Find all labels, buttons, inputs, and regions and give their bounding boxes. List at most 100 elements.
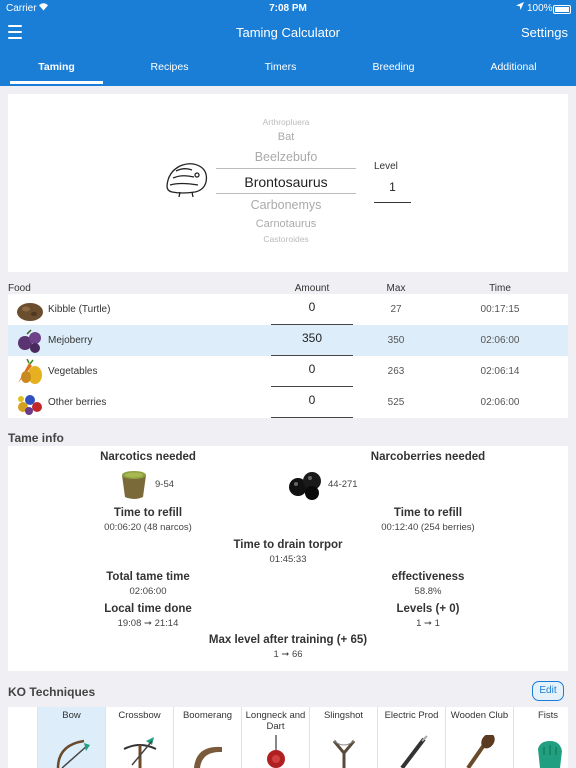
food-row-mejoberry[interactable]: Mejoberry 350 350 02:06:00 xyxy=(8,325,568,356)
level-input-underline xyxy=(374,202,411,203)
active-tab-indicator xyxy=(10,81,103,84)
food-amount-input[interactable]: 0 xyxy=(271,300,353,314)
tame-info-heading: Tame info xyxy=(8,431,64,445)
narcotics-value: 9-54 xyxy=(155,479,175,490)
ko-item-fists[interactable]: Fists xyxy=(514,707,568,768)
total-tame-time-value: 02:06:00 xyxy=(129,586,167,597)
food-name: Other berries xyxy=(48,397,107,408)
ko-item-label: Bow xyxy=(62,710,81,721)
food-row-vegetables[interactable]: Vegetables 0 263 02:06:14 xyxy=(8,356,568,387)
wooden-club-icon xyxy=(462,733,498,768)
picker-option[interactable]: Carnotaurus xyxy=(216,218,356,230)
slingshot-icon xyxy=(326,735,362,768)
tab-recipes[interactable]: Recipes xyxy=(113,48,226,86)
location-arrow-icon xyxy=(516,2,524,12)
food-row-other-berries[interactable]: Other berries 0 525 02:06:00 xyxy=(8,387,568,418)
picker-selection-line-bottom xyxy=(216,193,356,194)
food-time: 02:06:14 xyxy=(480,366,520,377)
ko-item-label: Fists xyxy=(537,710,559,721)
levels-label: Levels (+ 0) xyxy=(396,603,460,615)
refill-narcotics-label: Time to refill xyxy=(113,507,183,519)
ko-item-bow[interactable]: Bow xyxy=(38,707,106,768)
max-column-header: Max xyxy=(386,283,406,294)
drain-torpor-label: Time to drain torpor xyxy=(233,539,343,551)
food-row-kibble[interactable]: Kibble (Turtle) 0 27 00:17:15 xyxy=(8,294,568,325)
narcotics-label: Narcotics needed xyxy=(100,451,196,463)
kibble-icon xyxy=(15,297,45,323)
status-time: 7:08 PM xyxy=(269,3,307,14)
food-max: 27 xyxy=(390,304,402,315)
ko-item-label: Longneck and Dart xyxy=(245,710,306,732)
picker-option[interactable]: Arthropluera xyxy=(216,117,356,127)
ko-item-electric-prod[interactable]: Electric Prod xyxy=(378,707,446,768)
ko-item-label: Boomerang xyxy=(182,710,233,721)
narcoberry-icon xyxy=(286,467,326,501)
bow-icon xyxy=(54,735,90,768)
tab-additional[interactable]: Additional xyxy=(457,48,570,86)
edit-button[interactable]: Edit xyxy=(532,681,564,701)
effectiveness-value: 58.8% xyxy=(414,586,442,597)
food-name: Mejoberry xyxy=(48,335,93,346)
page-title: Taming Calculator xyxy=(235,25,341,40)
longneck-icon xyxy=(258,735,294,768)
tame-info-card: Narcotics needed 9-54 Narcoberries neede… xyxy=(8,446,568,671)
picker-option[interactable]: Beelzebufo xyxy=(216,150,356,164)
ko-item-longneck[interactable]: Longneck and Dart xyxy=(242,707,310,768)
picker-selected-creature[interactable]: Brontosaurus xyxy=(216,174,356,190)
tab-taming-label: Taming xyxy=(38,61,75,73)
ko-item-label: Crossbow xyxy=(118,710,161,721)
total-tame-time-label: Total tame time xyxy=(106,571,190,583)
picker-option[interactable]: Bat xyxy=(216,131,356,143)
food-table: Kibble (Turtle) 0 27 00:17:15 Mejoberry … xyxy=(8,294,568,418)
settings-button[interactable]: Settings xyxy=(521,25,568,40)
ko-item-crossbow[interactable]: Crossbow xyxy=(106,707,174,768)
ko-item-boomerang[interactable]: Boomerang xyxy=(174,707,242,768)
max-level-label: Max level after training (+ 65) xyxy=(208,634,368,646)
amount-underline xyxy=(271,417,353,418)
effectiveness-label: effectiveness xyxy=(391,571,465,583)
level-label: Level xyxy=(374,161,398,172)
status-bar: Carrier 7:08 PM 100% xyxy=(0,0,576,18)
narcotic-icon xyxy=(118,467,150,501)
tab-taming[interactable]: Taming xyxy=(0,48,113,86)
drain-torpor-value: 01:45:33 xyxy=(269,554,307,565)
tab-recipes-label: Recipes xyxy=(150,61,189,73)
vegetables-icon xyxy=(15,358,45,385)
food-time: 00:17:15 xyxy=(480,304,520,315)
food-column-header: Food xyxy=(8,283,31,294)
ko-item-partial xyxy=(8,707,38,768)
picker-option[interactable]: Carbonemys xyxy=(216,198,356,212)
ko-item-label: Slingshot xyxy=(323,710,364,721)
ko-item-wooden-club[interactable]: Wooden Club xyxy=(446,707,514,768)
ko-techniques-heading: KO Techniques xyxy=(8,685,96,699)
refill-narcotics-value: 00:06:20 (48 narcos) xyxy=(104,522,192,533)
food-time: 02:06:00 xyxy=(480,335,520,346)
battery-percent: 100% xyxy=(527,3,553,14)
ko-item-label: Wooden Club xyxy=(450,710,509,721)
fist-icon xyxy=(530,735,566,768)
tab-timers[interactable]: Timers xyxy=(224,48,337,86)
mejoberry-icon xyxy=(15,328,45,354)
food-max: 525 xyxy=(387,397,405,408)
local-time-label: Local time done xyxy=(104,603,192,615)
electric-prod-icon xyxy=(394,735,430,768)
food-amount-input[interactable]: 0 xyxy=(271,393,353,407)
navigation-bar: Taming Calculator Settings xyxy=(0,18,576,48)
level-input[interactable]: 1 xyxy=(374,180,411,194)
narcoberries-value: 44-271 xyxy=(328,479,358,490)
ko-item-slingshot[interactable]: Slingshot xyxy=(310,707,378,768)
tab-breeding[interactable]: Breeding xyxy=(337,48,450,86)
food-amount-input[interactable]: 0 xyxy=(271,362,353,376)
food-name: Kibble (Turtle) xyxy=(48,304,111,315)
max-level-value: 1 ➞ 66 xyxy=(273,649,303,660)
food-amount-input[interactable]: 350 xyxy=(271,331,353,345)
food-max: 350 xyxy=(387,335,405,346)
picker-option[interactable]: Castoroides xyxy=(216,234,356,244)
picker-selection-line-top xyxy=(216,168,356,169)
refill-berries-label: Time to refill xyxy=(393,507,463,519)
food-name: Vegetables xyxy=(48,366,98,377)
tab-additional-label: Additional xyxy=(490,61,537,73)
tab-breeding-label: Breeding xyxy=(372,61,415,73)
boomerang-icon xyxy=(190,735,226,768)
local-time-value: 19:08 ➞ 21:14 xyxy=(117,618,179,629)
